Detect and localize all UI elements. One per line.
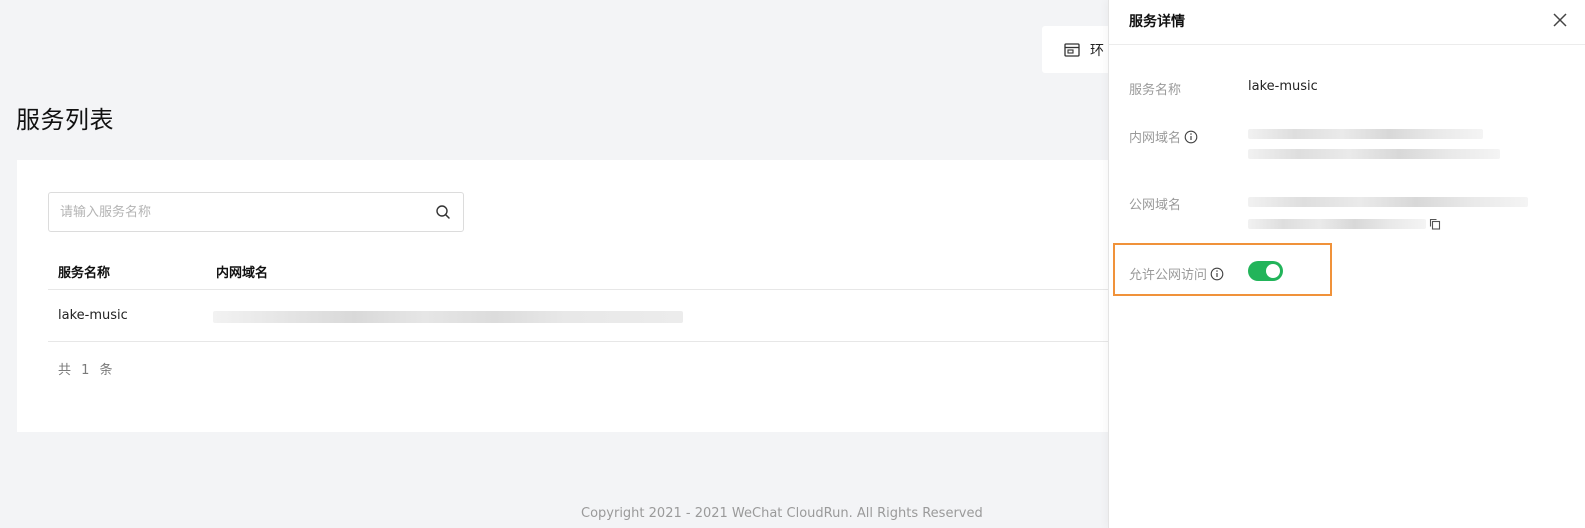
table-row[interactable]: lake-music <box>48 290 1127 342</box>
search-icon[interactable] <box>423 204 463 220</box>
column-header-internal-domain: 内网域名 <box>216 266 269 281</box>
calendar-icon <box>1064 42 1080 57</box>
drawer-header: 服务详情 <box>1109 0 1585 45</box>
search-box <box>48 192 464 232</box>
close-icon[interactable] <box>1553 12 1569 28</box>
internal-domain-cell-redacted <box>213 311 683 323</box>
page-title: 服务列表 <box>16 106 114 134</box>
public-domain-redacted-line-2 <box>1248 219 1426 229</box>
copy-icon[interactable] <box>1429 218 1441 230</box>
footer-copyright: Copyright 2021 - 2021 WeChat CloudRun. A… <box>581 506 983 521</box>
toggle-knob <box>1266 264 1280 278</box>
total-count: 共 1 条 <box>58 363 116 378</box>
service-list-card: 服务名称 内网域名 lake-music 共 1 条 <box>17 160 1127 432</box>
env-switch-label: 环 <box>1090 42 1104 59</box>
service-name-value: lake-music <box>1248 79 1318 94</box>
internal-domain-redacted-line-1 <box>1248 129 1483 139</box>
field-internal-domain: 内网域名 <box>1129 127 1569 159</box>
service-detail-drawer: 服务详情 服务名称 lake-music 内网域名 公网域名 允许公网访问 <box>1108 0 1585 528</box>
table-header: 服务名称 内网域名 <box>48 252 1127 290</box>
info-icon[interactable] <box>1210 267 1224 281</box>
public-access-toggle[interactable] <box>1248 261 1283 281</box>
field-public-access: 允许公网访问 <box>1129 261 1569 283</box>
service-name-label: 服务名称 <box>1129 83 1182 98</box>
search-input[interactable] <box>49 193 423 231</box>
internal-domain-label: 内网域名 <box>1129 131 1182 146</box>
drawer-title: 服务详情 <box>1129 14 1185 30</box>
public-domain-redacted-line-1 <box>1248 197 1528 207</box>
internal-domain-redacted-line-2 <box>1248 149 1500 159</box>
service-name-cell[interactable]: lake-music <box>58 308 128 323</box>
public-access-label: 允许公网访问 <box>1129 268 1208 283</box>
info-icon[interactable] <box>1184 130 1198 144</box>
field-public-domain: 公网域名 <box>1129 194 1569 230</box>
field-service-name: 服务名称 lake-music <box>1129 79 1569 98</box>
column-header-service-name: 服务名称 <box>58 266 111 281</box>
public-domain-label: 公网域名 <box>1129 198 1182 213</box>
